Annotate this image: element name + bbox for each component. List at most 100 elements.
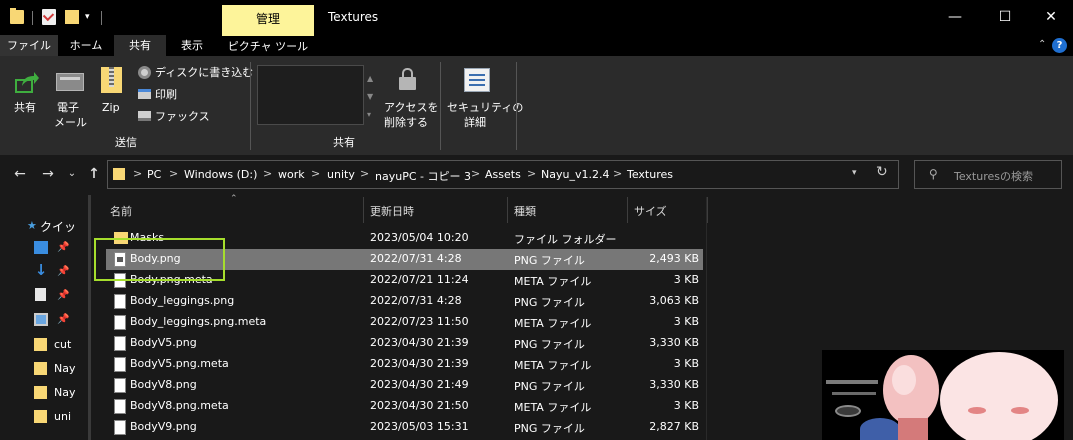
breadcrumb-separator[interactable]: > <box>169 167 178 180</box>
refresh-icon[interactable]: ↻ <box>876 164 888 180</box>
share-button-label[interactable]: 共有 <box>14 100 36 115</box>
pin-icon: 📌 <box>57 314 70 325</box>
fax-icon[interactable] <box>138 111 151 121</box>
help-icon[interactable]: ? <box>1052 38 1067 53</box>
column-header-size[interactable]: サイズ <box>634 203 667 219</box>
close-button[interactable]: ✕ <box>1036 6 1066 28</box>
remove-access-label-line2[interactable]: 削除する <box>384 115 428 130</box>
print-icon[interactable] <box>138 89 151 99</box>
fax-label[interactable]: ファックス <box>155 109 210 124</box>
new-folder-icon[interactable] <box>65 10 79 24</box>
nav-folder-item[interactable]: Nay <box>54 386 75 399</box>
print-label[interactable]: 印刷 <box>155 87 177 102</box>
file-row[interactable]: Body_leggings.png 2022/07/31 4:28 PNG ファ… <box>106 291 703 312</box>
zip-label[interactable]: Zip <box>102 100 120 115</box>
downloads-icon[interactable]: ↓ <box>34 263 48 278</box>
documents-icon[interactable] <box>35 288 46 301</box>
navigation-scrollbar[interactable] <box>88 195 91 440</box>
preview-image <box>860 418 900 440</box>
column-separator[interactable] <box>507 197 508 223</box>
folder-icon <box>113 168 125 180</box>
column-separator[interactable] <box>363 197 364 223</box>
tab-manage[interactable]: 管理 <box>222 5 314 35</box>
column-header-type[interactable]: 種類 <box>514 203 536 219</box>
email-label-line1[interactable]: 電子 <box>57 100 79 115</box>
burn-disc-label[interactable]: ディスクに書き込む <box>155 65 253 80</box>
remove-access-label-line1[interactable]: アクセスを <box>384 100 438 115</box>
burn-disc-icon[interactable] <box>138 66 151 79</box>
breadcrumb-separator[interactable]: > <box>613 167 622 180</box>
nav-folder-item[interactable]: Nay <box>54 362 75 375</box>
breadcrumb-drive[interactable]: Windows (D:) <box>184 168 257 181</box>
column-separator[interactable] <box>707 197 708 223</box>
preview-image <box>892 365 916 395</box>
maximize-button[interactable]: ☐ <box>990 6 1020 28</box>
file-icon <box>114 420 126 435</box>
breadcrumb-textures[interactable]: Textures <box>627 168 673 181</box>
zip-icon[interactable] <box>101 67 122 93</box>
quick-access-dropdown[interactable]: ▾ <box>85 12 90 22</box>
breadcrumb-separator[interactable]: > <box>133 167 142 180</box>
tab-home[interactable]: ホーム <box>58 35 114 56</box>
preview-image <box>940 352 1058 440</box>
email-icon[interactable] <box>56 73 84 91</box>
address-dropdown-icon[interactable]: ▾ <box>852 168 857 178</box>
column-separator[interactable] <box>627 197 628 223</box>
file-row[interactable]: BodyV5.png.meta 2023/04/30 21:39 META ファ… <box>106 354 703 375</box>
breadcrumb-assets[interactable]: Assets <box>485 168 521 181</box>
breadcrumb-separator[interactable]: > <box>311 167 320 180</box>
collapse-ribbon-icon[interactable]: ⌃ <box>1038 39 1046 50</box>
file-name: BodyV9.png <box>130 420 197 433</box>
security-icon[interactable] <box>464 68 490 92</box>
desktop-icon[interactable] <box>34 241 48 254</box>
tab-picture-tools[interactable]: ピクチャ ツール <box>222 35 314 56</box>
tab-view[interactable]: 表示 <box>166 35 218 56</box>
back-button[interactable]: ← <box>11 164 29 184</box>
preview-image <box>898 418 928 440</box>
pin-icon: 📌 <box>57 290 70 301</box>
search-placeholder[interactable]: Texturesの検索 <box>954 168 1033 184</box>
minimize-button[interactable]: — <box>940 6 970 28</box>
tab-share[interactable]: 共有 <box>114 35 166 56</box>
lock-icon[interactable] <box>399 68 416 90</box>
nav-folder-item[interactable]: cut <box>54 338 71 351</box>
breadcrumb-separator[interactable]: > <box>471 167 480 180</box>
share-list-scroll[interactable]: ▲ ▼ ▾ <box>367 70 373 124</box>
breadcrumb-work[interactable]: work <box>278 168 305 181</box>
breadcrumb-separator[interactable]: > <box>263 167 272 180</box>
toolbar-separator <box>32 11 33 25</box>
file-row[interactable]: BodyV5.png 2023/04/30 21:39 PNG ファイル 3,3… <box>106 333 703 354</box>
file-name: BodyV8.png <box>130 378 197 391</box>
file-date: 2022/07/31 4:28 <box>370 294 462 307</box>
tab-file[interactable]: ファイル <box>0 35 58 56</box>
properties-icon[interactable] <box>42 9 56 25</box>
preview-image <box>1011 407 1029 414</box>
column-header-name[interactable]: 名前 <box>110 203 132 219</box>
share-with-list[interactable] <box>257 65 364 125</box>
breadcrumb-separator[interactable]: > <box>527 167 536 180</box>
file-row[interactable]: BodyV8.png.meta 2023/04/30 21:50 META ファ… <box>106 396 703 417</box>
email-label-line2[interactable]: メール <box>54 115 87 130</box>
file-type: PNG ファイル <box>514 380 585 393</box>
breadcrumb-unity[interactable]: unity <box>327 168 355 181</box>
security-label-line2[interactable]: 詳細 <box>464 115 486 130</box>
send-group-label: 送信 <box>115 136 137 149</box>
security-label-line1[interactable]: セキュリティの <box>447 100 523 115</box>
up-button[interactable]: ↑ <box>85 164 103 184</box>
pictures-icon[interactable] <box>34 313 48 326</box>
breadcrumb-pc[interactable]: PC <box>147 168 161 181</box>
file-row[interactable]: BodyV9.png 2023/05/03 15:31 PNG ファイル 2,8… <box>106 417 703 438</box>
breadcrumb-project[interactable]: nayuPC - コピー 3 <box>375 168 471 184</box>
file-row[interactable]: BodyV8.png 2023/04/30 21:49 PNG ファイル 3,3… <box>106 375 703 396</box>
recent-locations-button[interactable]: ⌄ <box>63 164 81 184</box>
breadcrumb-nayu[interactable]: Nayu_v1.2.4 <box>541 168 609 181</box>
forward-button[interactable]: → <box>39 164 57 184</box>
file-row[interactable]: Body_leggings.png.meta 2022/07/23 11:50 … <box>106 312 703 333</box>
column-header-date[interactable]: 更新日時 <box>370 203 414 219</box>
breadcrumb-separator[interactable]: > <box>360 167 369 180</box>
nav-folder-item[interactable]: uni <box>54 410 71 423</box>
file-name: BodyV5.png <box>130 336 197 349</box>
file-name: BodyV5.png.meta <box>130 357 229 370</box>
nav-quick-access[interactable]: クイッ <box>40 218 76 235</box>
share-icon[interactable] <box>14 70 40 94</box>
